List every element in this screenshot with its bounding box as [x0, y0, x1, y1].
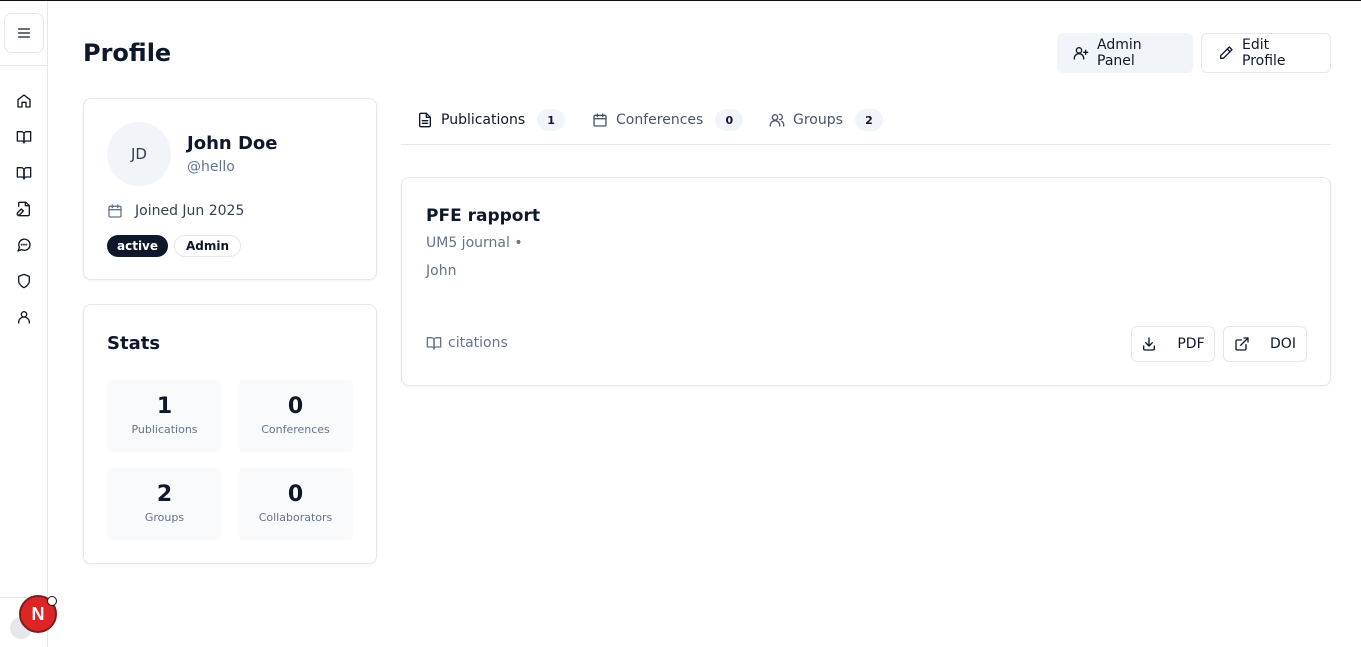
status-badge: active	[107, 235, 169, 257]
sidebar-item-publications[interactable]	[12, 125, 36, 149]
admin-panel-button[interactable]: Admin Panel	[1057, 33, 1193, 73]
sidebar-item-library[interactable]	[12, 161, 36, 185]
edit-profile-label: Edit Profile	[1242, 37, 1286, 69]
edit-profile-button[interactable]: Edit Profile	[1201, 33, 1331, 73]
users-icon	[769, 112, 785, 128]
avatar: JD	[107, 122, 171, 186]
calendar-icon	[592, 112, 608, 128]
tab-groups[interactable]: Groups 2	[769, 108, 883, 132]
profile-tabs: Publications 1 Conferences 0 Groups 2	[401, 98, 1331, 145]
download-pdf-button[interactable]: PDF	[1131, 326, 1215, 362]
home-icon	[16, 93, 32, 109]
stat-collaborators: 0 Collaborators	[238, 468, 353, 540]
stats-title: Stats	[107, 333, 161, 354]
book-open-icon	[16, 129, 32, 145]
profile-name: John Doe	[187, 133, 278, 154]
citations-label: citations	[448, 335, 508, 351]
stat-label: Groups	[144, 511, 185, 524]
stat-label: Publications	[131, 423, 198, 436]
joined-label: Joined Jun 2025	[135, 203, 245, 219]
publication-journal: UM5 journal •	[426, 235, 523, 251]
tab-label: Publications	[441, 112, 526, 128]
user-plus-icon	[1073, 45, 1089, 61]
sidebar-divider	[0, 65, 48, 66]
tab-publications[interactable]: Publications 1	[417, 108, 566, 132]
stat-label: Conferences	[261, 423, 330, 436]
role-badge: Admin	[174, 235, 242, 257]
sidebar-item-security[interactable]	[12, 269, 36, 293]
user-icon	[16, 309, 32, 325]
tab-label: Conferences	[616, 112, 704, 128]
external-link-icon	[1234, 336, 1250, 352]
admin-panel-label: Admin Panel	[1097, 37, 1142, 69]
menu-icon	[16, 25, 32, 41]
message-circle-icon	[16, 237, 32, 253]
publication-title[interactable]: PFE rapport	[426, 206, 540, 226]
sidebar	[0, 1, 48, 647]
stat-value: 0	[287, 394, 304, 419]
sidebar-item-home[interactable]	[12, 89, 36, 113]
stat-groups: 2 Groups	[107, 468, 222, 540]
publication-card[interactable]: PFE rapport UM5 journal • John citations…	[401, 177, 1331, 386]
stat-conferences: 0 Conferences	[238, 380, 353, 452]
open-doi-button[interactable]: DOI	[1223, 326, 1307, 362]
pdf-label: PDF	[1177, 336, 1205, 352]
tab-conferences[interactable]: Conferences 0	[592, 108, 744, 132]
pencil-icon	[1218, 45, 1234, 61]
notification-dot	[47, 596, 57, 606]
joined-date: Joined Jun 2025	[107, 203, 244, 219]
page-title: Profile	[83, 39, 172, 67]
sidebar-toggle-button[interactable]	[4, 13, 44, 53]
download-icon	[1141, 336, 1157, 352]
profile-handle: @hello	[187, 159, 235, 175]
tab-count-badge: 1	[537, 109, 566, 131]
profile-card: JD John Doe @hello Joined Jun 2025 activ…	[83, 98, 377, 280]
sidebar-item-messages[interactable]	[12, 233, 36, 257]
shield-icon	[16, 273, 32, 289]
stat-label: Collaborators	[258, 511, 333, 524]
file-text-icon	[417, 112, 433, 128]
stat-publications: 1 Publications	[107, 380, 222, 452]
notification-badge-letter: N	[31, 603, 45, 624]
stat-value: 1	[156, 394, 173, 419]
stat-value: 0	[287, 482, 304, 507]
tab-label: Groups	[793, 112, 843, 128]
stat-value: 2	[156, 482, 173, 507]
sidebar-item-documents[interactable]	[12, 197, 36, 221]
doi-label: DOI	[1270, 336, 1296, 352]
publication-citations: citations	[426, 335, 508, 351]
book-icon	[16, 165, 32, 181]
avatar-initials: JD	[131, 145, 147, 163]
stats-card: Stats 1 Publications 0 Conferences 2 Gro…	[83, 304, 377, 564]
tab-count-badge: 2	[854, 109, 883, 131]
calendar-icon	[107, 203, 123, 219]
file-edit-icon	[16, 201, 32, 217]
tab-count-badge: 0	[715, 109, 744, 131]
sidebar-item-profile[interactable]	[12, 305, 36, 329]
book-open-icon	[426, 335, 442, 351]
publication-authors: John	[426, 263, 457, 279]
